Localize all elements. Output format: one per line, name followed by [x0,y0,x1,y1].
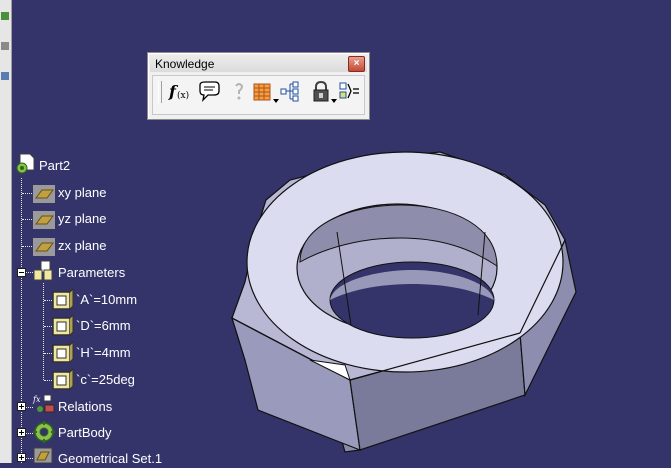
plane-icon[interactable] [33,237,55,262]
geometrical-set-icon[interactable] [33,447,55,468]
tree-connector [43,283,44,380]
tree-item-xy-plane[interactable]: xy plane [58,185,106,200]
tree-connector [44,326,52,327]
help-icon[interactable] [227,79,251,105]
tree-item-geometrical-set[interactable]: Geometrical Set.1 [58,451,162,466]
tree-connector [26,458,33,459]
toolbar-title: Knowledge [155,57,215,71]
tree-item-yz-plane[interactable]: yz plane [58,211,106,226]
plane-icon[interactable] [33,210,55,235]
close-icon[interactable]: × [348,56,365,72]
tree-item-parameter[interactable]: `D`=6mm [76,318,131,333]
lock-icon[interactable] [309,79,337,105]
tree-item-relations[interactable]: Relations [58,399,112,414]
tree-connector [44,300,52,301]
tree-connector [22,246,32,247]
expand-icon[interactable] [17,453,26,462]
tree-connector [44,353,52,354]
svg-text:fx: fx [32,395,41,404]
tree-connector [21,178,22,463]
collapse-icon[interactable] [17,268,26,277]
tree-connector [44,380,52,381]
tree-connector [22,193,32,194]
tree-item-zx-plane[interactable]: zx plane [58,238,106,253]
tree-item-parameter[interactable]: `A`=10mm [76,292,137,307]
parameter-icon[interactable] [52,313,74,343]
formula-icon[interactable]: f (x) [167,79,191,105]
law-tree-icon[interactable] [279,79,303,105]
design-table-icon[interactable] [251,79,279,105]
parameter-icon[interactable] [52,287,74,317]
plane-icon[interactable] [33,184,55,209]
tree-item-parameter[interactable]: `c`=25deg [76,372,135,387]
expand-icon[interactable] [17,402,26,411]
tree-item-parameters[interactable]: Parameters [58,265,125,280]
parameter-icon[interactable] [52,340,74,370]
tree-root-part[interactable]: Part2 [39,158,70,173]
partbody-icon[interactable] [32,420,56,449]
equivalent-dimensions-icon[interactable] [337,79,361,105]
toolbar-grip[interactable] [158,81,162,103]
comment-icon[interactable] [197,79,221,105]
toolbar-titlebar[interactable]: Knowledge × [150,55,367,72]
toolbar-body: f (x) [152,75,365,115]
parameters-icon[interactable] [33,260,55,287]
relations-icon[interactable]: fx [32,393,56,420]
knowledge-toolbar[interactable]: Knowledge × f (x) [147,52,370,120]
svg-text:(x): (x) [177,90,189,101]
tree-connector [22,219,32,220]
tree-item-parameter[interactable]: `H`=4mm [76,345,131,360]
part-icon[interactable] [14,152,38,181]
expand-icon[interactable] [17,428,26,437]
tree-item-partbody[interactable]: PartBody [58,425,111,440]
tree-connector [26,272,33,273]
